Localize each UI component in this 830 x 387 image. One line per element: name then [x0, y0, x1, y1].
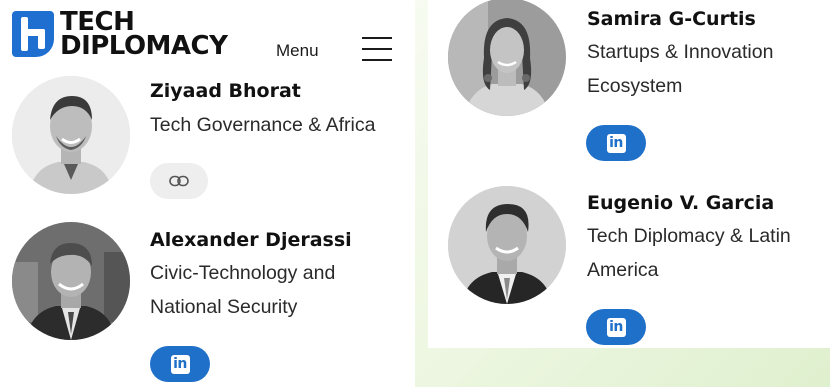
person-name: Alexander Djerassi — [150, 229, 352, 251]
avatar-ziyaad-bhorat — [12, 76, 130, 194]
avatar-eugenio-v-garcia — [448, 186, 566, 304]
link-icon — [169, 175, 189, 187]
person-name: Samira G-Curtis — [587, 8, 756, 30]
person-role: Startups & Innovation Ecosystem — [587, 41, 774, 97]
person-role: Civic-Technology and National Security — [150, 262, 336, 318]
linkedin-icon: in — [606, 133, 626, 153]
brand-line-2: DIPLOMACY — [60, 31, 228, 61]
avatar-samira-g-curtis — [448, 0, 566, 116]
person-role: Tech Diplomacy & Latin America — [587, 225, 791, 281]
linkedin-button[interactable]: in — [586, 125, 646, 161]
hamburger-icon[interactable] — [362, 37, 392, 63]
personal-link-button[interactable] — [150, 163, 208, 199]
linkedin-icon: in — [170, 354, 190, 374]
logo-wordmark: TECH DIPLOMACY — [60, 9, 228, 61]
linkedin-icon: in — [606, 317, 626, 337]
logo-mark-icon — [12, 11, 54, 57]
linkedin-button[interactable]: in — [586, 309, 646, 345]
avatar-alexander-djerassi — [12, 222, 130, 340]
person-name: Ziyaad Bhorat — [150, 80, 301, 102]
menu-label[interactable]: Menu — [276, 41, 319, 61]
site-logo[interactable]: TECH DIPLOMACY — [12, 9, 228, 61]
person-role: Tech Governance & Africa — [150, 114, 376, 136]
person-name: Eugenio V. Garcia — [587, 192, 775, 214]
linkedin-button[interactable]: in — [150, 346, 210, 382]
